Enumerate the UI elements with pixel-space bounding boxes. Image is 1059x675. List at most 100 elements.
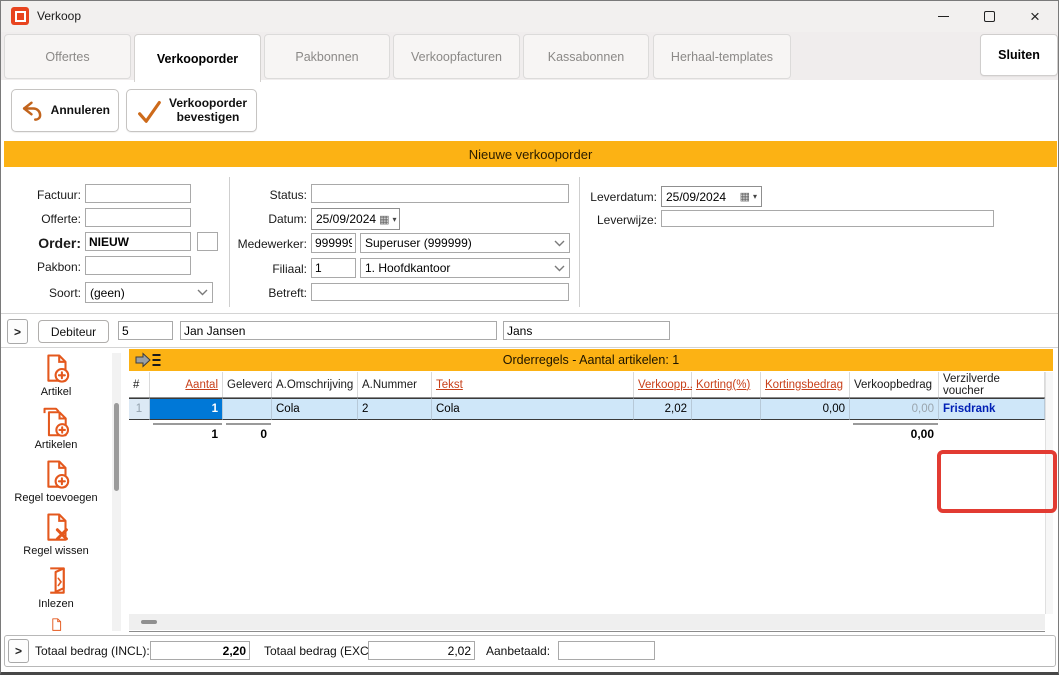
grid-vertical-scrollbar[interactable] (1045, 372, 1053, 614)
totals-bar: > Totaal bedrag (INCL): Totaal bedrag (E… (4, 635, 1056, 667)
tab-verkooporder[interactable]: Verkooporder (134, 34, 261, 82)
factuur-field[interactable] (85, 184, 191, 203)
tab-kassabonnen[interactable]: Kassabonnen (523, 34, 649, 79)
totaal-excl-field[interactable] (368, 641, 475, 660)
cell-geleverd[interactable] (223, 398, 272, 420)
row-number-cell[interactable]: 1 (129, 398, 150, 420)
cell-a-omschrijving[interactable]: Cola (272, 398, 358, 420)
col-header-a-omschrijving[interactable]: A.Omschrijving (272, 372, 358, 397)
sidebar-item-artikel[interactable]: Artikel (1, 353, 111, 398)
col-header-a-nummer[interactable]: A.Nummer (358, 372, 432, 397)
totaal-incl-label: Totaal bedrag (INCL): (35, 644, 150, 658)
close-button[interactable]: × (1012, 1, 1058, 32)
col-header-tekst[interactable]: Tekst (432, 372, 634, 397)
sluiten-button[interactable]: Sluiten (980, 34, 1058, 76)
datum-label: Datum: (237, 212, 307, 226)
col-header-voucher[interactable]: Verzilverde voucher (939, 372, 1045, 397)
cell-kortingsbedrag[interactable]: 0,00 (761, 398, 850, 420)
datum-field[interactable]: 25/09/2024 ▦ ▾ (311, 208, 400, 230)
medewerker-code-field[interactable] (311, 233, 356, 253)
grid-horizontal-scrollbar[interactable] (129, 614, 1045, 630)
tab-herhaal-templates[interactable]: Herhaal-templates (653, 34, 791, 79)
annuleren-label: Annuleren (51, 104, 110, 118)
orderregels-grid: Orderregels - Aantal artikelen: 1 # Aant… (129, 348, 1053, 632)
col-header-verkoopbedrag[interactable]: Verkoopbedrag (850, 372, 939, 397)
debiteur-code-field[interactable] (118, 321, 173, 340)
documents-add-icon (41, 406, 71, 438)
offerte-field[interactable] (85, 208, 191, 227)
filiaal-code-field[interactable] (311, 258, 356, 278)
undo-arrow-icon (20, 98, 45, 124)
sidebar-item-regel-wissen[interactable]: Regel wissen (1, 512, 111, 557)
cell-tekst[interactable]: Cola (432, 398, 634, 420)
cell-aantal[interactable]: 1 (150, 398, 223, 420)
soort-dropdown[interactable]: (geen) (85, 282, 213, 303)
tab-pakbonnen[interactable]: Pakbonnen (264, 34, 390, 79)
leverdatum-field[interactable]: 25/09/2024 ▦ ▾ (661, 186, 762, 207)
totals-expander[interactable]: > (8, 639, 29, 663)
minimize-button[interactable] (920, 1, 966, 32)
chevron-down-icon (197, 289, 208, 296)
col-header-verkoopprijs[interactable]: Verkoopp... (634, 372, 692, 397)
main-panel: Annuleren Verkooporder bevestigen Nieuwe… (1, 80, 1058, 673)
aanbetaald-field[interactable] (558, 641, 655, 660)
sidebar-item-regel-toevoegen[interactable]: Regel toevoegen (1, 459, 111, 504)
debiteur-button[interactable]: Debiteur (38, 320, 109, 343)
sidebar-item-inlezen[interactable]: Inlezen (1, 565, 111, 610)
soort-label: Soort: (11, 286, 81, 300)
maximize-button[interactable] (966, 1, 1012, 32)
sum-line (853, 423, 938, 425)
betreft-label: Betreft: (237, 286, 307, 300)
annuleren-button[interactable]: Annuleren (11, 89, 119, 132)
debiteur-search-field[interactable] (503, 321, 670, 340)
cell-a-nummer[interactable]: 2 (358, 398, 432, 420)
leverwijze-field[interactable] (661, 210, 994, 227)
bevestigen-button[interactable]: Verkooporder bevestigen (126, 89, 257, 132)
medewerker-value: Superuser (999999) (365, 236, 472, 250)
leverdatum-label: Leverdatum: (577, 190, 657, 204)
window-title: Verkoop (37, 9, 81, 23)
totaal-excl-label: Totaal bedrag (EXCL): (264, 644, 383, 658)
sum-line (226, 423, 271, 425)
cell-verkoopbedrag[interactable]: 0,00 (850, 398, 939, 420)
tab-verkoopfacturen[interactable]: Verkoopfacturen (393, 34, 520, 79)
cell-verkoopprijs[interactable]: 2,02 (634, 398, 692, 420)
bevestigen-label: Verkooporder bevestigen (169, 97, 247, 125)
col-header-num[interactable]: # (129, 372, 150, 397)
filiaal-dropdown[interactable]: 1. Hoofdkantoor (360, 258, 570, 278)
sidebar-item-label: Artikelen (35, 439, 78, 451)
offerte-label: Offerte: (11, 212, 81, 226)
page-title: Nieuwe verkooporder (4, 141, 1057, 167)
col-header-kortingsbedrag[interactable]: Kortingsbedrag (761, 372, 850, 397)
import-door-icon (43, 565, 70, 597)
order-extra-field[interactable] (197, 232, 218, 251)
scrollbar-thumb[interactable] (114, 403, 119, 491)
col-header-geleverd[interactable]: Geleverd (223, 372, 272, 397)
totaal-incl-field[interactable] (150, 641, 250, 660)
debiteur-name-field[interactable] (180, 321, 497, 340)
sidebar-scrollbar[interactable] (112, 353, 121, 631)
debiteur-expander[interactable]: > (7, 319, 28, 344)
sidebar-item-partial[interactable] (1, 618, 111, 632)
order-field[interactable] (85, 232, 191, 251)
scrollbar-thumb[interactable] (141, 620, 157, 624)
sidebar-item-artikelen[interactable]: Artikelen (1, 406, 111, 451)
document-add-icon (43, 459, 70, 491)
col-header-korting-pct[interactable]: Korting(%) (692, 372, 761, 397)
tab-offertes[interactable]: Offertes (4, 34, 131, 79)
filiaal-value: 1. Hoofdkantoor (365, 261, 450, 275)
betreft-field[interactable] (311, 283, 569, 301)
minimize-icon (938, 16, 949, 17)
medewerker-dropdown[interactable]: Superuser (999999) (360, 233, 570, 253)
checkmark-icon (135, 97, 163, 125)
status-label: Status: (237, 188, 307, 202)
pakbon-field[interactable] (85, 256, 191, 275)
col-header-aantal[interactable]: Aantal (150, 372, 223, 397)
app-window: Verkoop × Offertes Verkooporder Pakbonne… (0, 0, 1059, 675)
leverdatum-value: 25/09/2024 (666, 190, 726, 204)
status-field[interactable] (311, 184, 569, 203)
app-icon (11, 7, 29, 25)
cell-voucher[interactable]: Frisdrank (939, 398, 1045, 420)
grid-header-bar: Orderregels - Aantal artikelen: 1 (129, 349, 1053, 371)
cell-korting-pct[interactable] (692, 398, 761, 420)
